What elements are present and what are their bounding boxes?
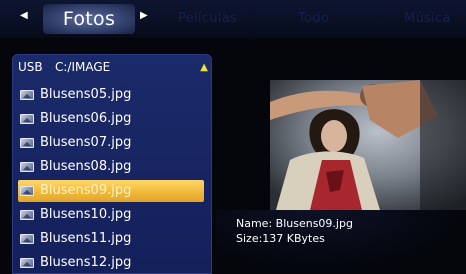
image-file-icon: [20, 186, 34, 196]
file-name: Blusens08.jpg: [40, 159, 132, 174]
image-file-icon: [20, 138, 34, 148]
list-item[interactable]: Blusens06.jpg: [20, 108, 206, 130]
image-file-icon: [20, 234, 34, 244]
list-item[interactable]: Blusens11.jpg: [20, 228, 206, 250]
image-preview: [270, 80, 466, 210]
photo-preview-illustration: [270, 80, 466, 210]
nav-right-arrow-icon[interactable]: ▶: [140, 10, 148, 21]
image-file-icon: [20, 210, 34, 220]
path-header: USB C:/IMAGE ▲: [18, 60, 208, 78]
list-item[interactable]: Blusens08.jpg: [20, 156, 206, 178]
file-name: Blusens06.jpg: [40, 111, 132, 126]
nav-left-arrow-icon[interactable]: ◀: [20, 10, 28, 21]
file-name: Blusens05.jpg: [40, 87, 132, 102]
file-size-detail: Size:137 KBytes: [236, 232, 325, 245]
top-nav-bar: ◀ Fotos ▶ Películas Todo Música: [0, 0, 466, 38]
list-item[interactable]: Blusens07.jpg: [20, 132, 206, 154]
current-path: C:/IMAGE: [55, 60, 111, 74]
tab-todo[interactable]: Todo: [298, 6, 329, 32]
scroll-up-icon[interactable]: ▲: [200, 62, 208, 73]
file-name: Blusens10.jpg: [40, 207, 132, 222]
list-item-selected[interactable]: Blusens09.jpg: [18, 180, 204, 202]
file-name-detail: Name: Blusens09.jpg: [236, 217, 353, 230]
list-item[interactable]: Blusens12.jpg: [20, 252, 206, 274]
image-file-icon: [20, 90, 34, 100]
tab-fotos[interactable]: Fotos: [43, 4, 135, 34]
file-name: Blusens07.jpg: [40, 135, 132, 150]
file-name: Blusens11.jpg: [40, 231, 132, 246]
list-item[interactable]: Blusens05.jpg: [20, 84, 206, 106]
device-label: USB: [18, 60, 43, 74]
image-file-icon: [20, 114, 34, 124]
image-file-icon: [20, 258, 34, 268]
list-item[interactable]: Blusens10.jpg: [20, 204, 206, 226]
tab-musica[interactable]: Música: [404, 6, 451, 32]
image-file-icon: [20, 162, 34, 172]
file-name: Blusens09.jpg: [40, 183, 132, 198]
file-details: Name: Blusens09.jpg Size:137 KBytes: [236, 216, 353, 246]
tab-peliculas[interactable]: Películas: [178, 6, 237, 32]
